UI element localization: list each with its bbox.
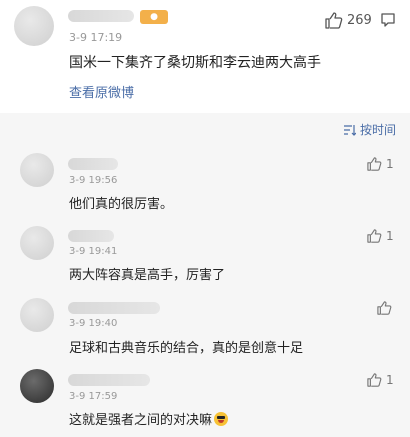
like-button[interactable]: 1 <box>367 373 394 387</box>
reply-text: 足球和古典音乐的结合，真的是创意十足 <box>69 341 304 356</box>
like-count: 1 <box>386 229 394 243</box>
main-comment: ● 3-9 17:19 国米一下集齐了桑切斯和李云迪两大高手 查看原微博 269 <box>0 0 410 113</box>
view-weibo-link[interactable]: 查看原微博 <box>69 82 134 101</box>
reply-text: 他们真的很厉害。 <box>69 197 174 212</box>
reply-text: 两大阵容真是高手，厉害了 <box>69 268 226 283</box>
avatar[interactable] <box>20 369 54 403</box>
like-count: 269 <box>347 13 372 28</box>
like-count: 1 <box>386 157 394 171</box>
sort-icon <box>343 124 356 136</box>
like-button[interactable]: 1 <box>367 229 394 243</box>
username-blurred[interactable] <box>68 302 160 314</box>
avatar[interactable] <box>20 298 54 332</box>
reply-time: 3-9 17:59 <box>69 391 118 402</box>
avatar[interactable] <box>14 6 54 46</box>
reply-time: 3-9 19:56 <box>69 175 118 186</box>
comment-text: 国米一下集齐了桑切斯和李云迪两大高手 <box>69 55 321 71</box>
user-badge: ● <box>140 10 168 24</box>
username-blurred[interactable] <box>68 374 150 386</box>
sort-label: 按时间 <box>359 123 396 137</box>
thumbs-up-icon <box>367 157 382 171</box>
reply-text: 这就是强者之间的对决嘛 <box>69 409 229 428</box>
thumbs-up-icon <box>377 301 392 315</box>
username-blurred[interactable] <box>68 230 114 242</box>
thumbs-up-icon <box>325 12 343 29</box>
reply-text-content: 这就是强者之间的对决嘛 <box>69 413 213 428</box>
laughing-emoji-icon <box>214 412 229 426</box>
like-button[interactable]: 269 <box>325 12 372 29</box>
reply-time: 3-9 19:41 <box>69 246 118 257</box>
like-button[interactable]: 1 <box>367 157 394 171</box>
avatar[interactable] <box>20 153 54 187</box>
reply-time: 3-9 19:40 <box>69 318 118 329</box>
username-blurred[interactable] <box>68 158 118 170</box>
thumbs-up-icon <box>367 229 382 243</box>
like-button[interactable] <box>377 301 396 315</box>
thumbs-up-icon <box>367 373 382 387</box>
message-icon[interactable] <box>380 12 396 28</box>
sort-toggle[interactable]: 按时间 <box>343 121 396 138</box>
username-blurred[interactable] <box>68 10 134 22</box>
avatar[interactable] <box>20 226 54 260</box>
like-count: 1 <box>386 373 394 387</box>
comment-time: 3-9 17:19 <box>69 31 123 44</box>
